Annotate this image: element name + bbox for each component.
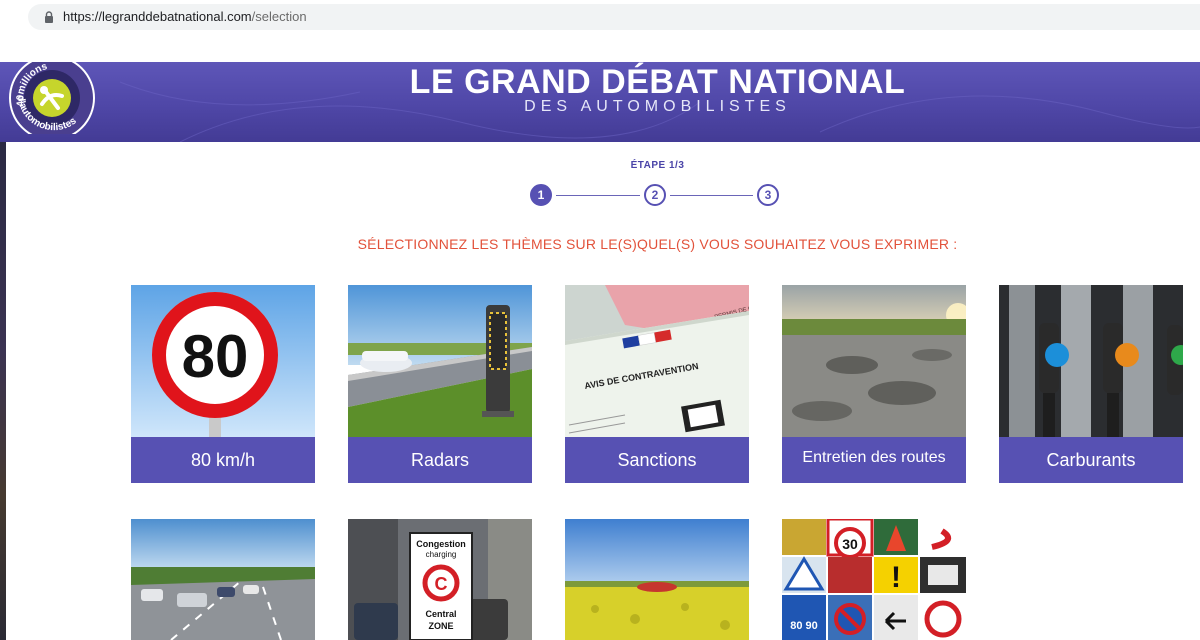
theme-card-congestion[interactable]: Congestion charging C Central ZONE [348,519,532,640]
theme-card-sanctions[interactable]: PERMIS DE CONDU AVIS DE CONTRAVENTION Sa… [565,285,749,483]
theme-label: Entretien des routes [782,437,966,483]
step-label: ÉTAPE 1/3 [630,160,685,171]
svg-text:80 90: 80 90 [790,620,818,632]
theme-card-fuel[interactable]: Carburants [999,285,1183,483]
theme-label: 80 km/h [131,437,315,483]
background-edge [0,62,6,640]
theme-image-congestion-zone: Congestion charging C Central ZONE [348,519,532,640]
sign-text: charging [426,550,457,559]
theme-label: Carburants [999,437,1183,483]
step-connector [670,195,753,196]
url-text[interactable]: https://legranddebatnational.com/selecti… [63,9,307,24]
theme-card-road-maintenance[interactable]: Entretien des routes [782,285,966,483]
url-host: https://legranddebatnational.com [63,9,252,24]
sign-number: 30 [842,536,858,552]
step-1[interactable]: 1 [530,184,552,206]
theme-card-highway[interactable] [131,519,315,640]
step-3[interactable]: 3 [757,184,779,206]
sign-text: ZONE [428,621,453,631]
step-2[interactable]: 2 [644,184,666,206]
site-subtitle: DES AUTOMOBILISTES [524,98,791,115]
site-title: LE GRAND DÉBAT NATIONAL [409,63,906,101]
sign-text: Central [425,609,456,619]
step-connector [556,195,640,196]
theme-image-speed-sign: 80 [131,285,315,437]
theme-image-damaged-road [782,285,966,437]
sign-letter: C [435,574,448,594]
browser-address-bar: https://legranddebatnational.com/selecti… [0,0,1200,36]
theme-image-fuel-pumps [999,285,1183,437]
lock-icon [45,11,53,23]
sign-number: 90 [806,620,818,632]
theme-image-radar [348,285,532,437]
theme-label: Radars [348,437,532,483]
theme-card-radars[interactable]: Radars [348,285,532,483]
sign-number: 80 [790,620,802,632]
theme-image-road-signs: 30 ! 80 90 [782,519,966,640]
theme-card-80kmh[interactable]: 80 80 km/h [131,285,315,483]
theme-card-environment[interactable] [565,519,749,640]
instruction-text: SÉLECTIONNEZ LES THÈMES SUR LE(S)QUEL(S)… [357,236,958,252]
svg-text:!: ! [891,561,901,594]
theme-image-highway [131,519,315,640]
url-path: /selection [251,9,307,24]
sign-text: Congestion [416,539,466,549]
theme-label: Sanctions [565,437,749,483]
theme-image-ticket: PERMIS DE CONDU AVIS DE CONTRAVENTION [565,285,749,437]
speed-sign-number: 80 [182,323,249,390]
theme-card-road-signs[interactable]: 30 ! 80 90 [782,519,966,640]
theme-image-field [565,519,749,640]
